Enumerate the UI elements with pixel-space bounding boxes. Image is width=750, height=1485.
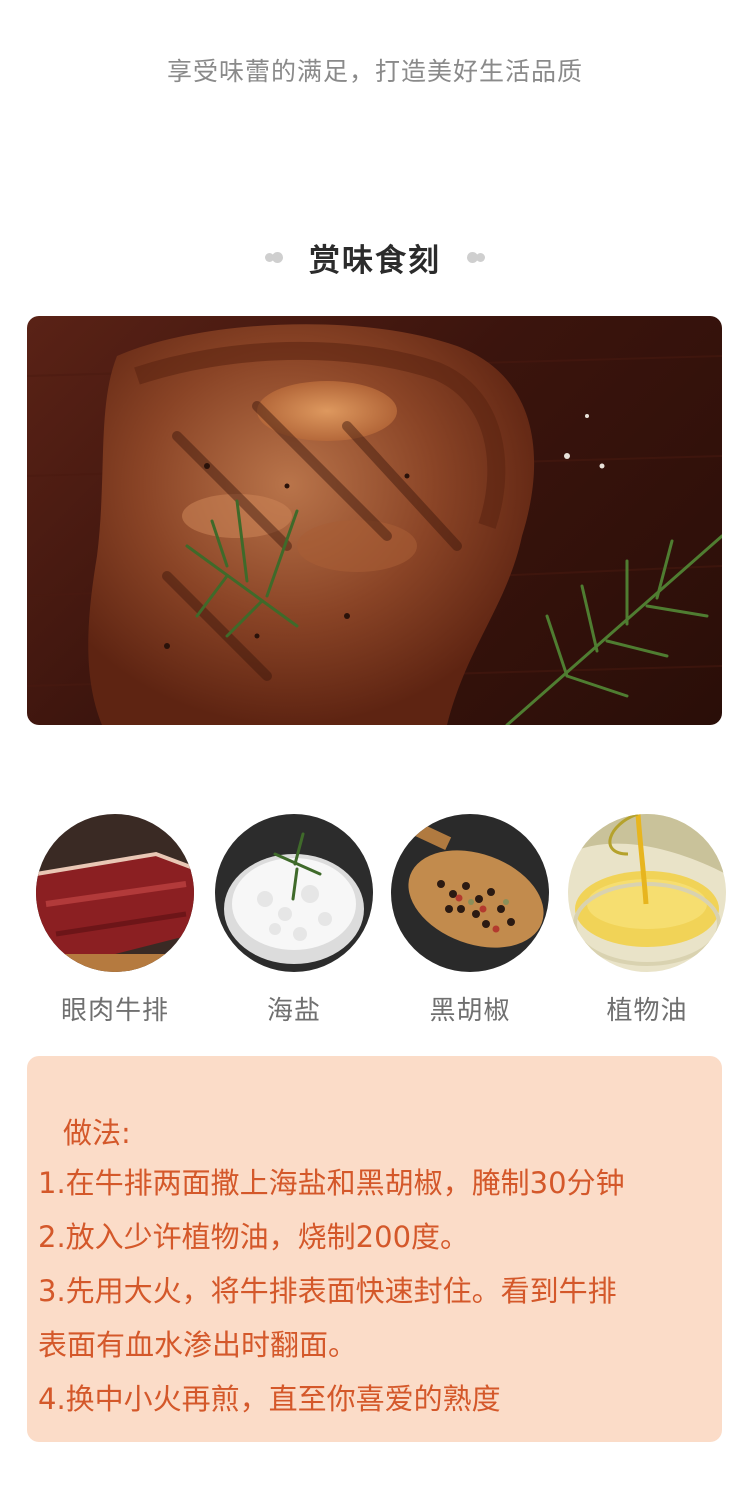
black-pepper-icon xyxy=(391,814,549,972)
recipe-steps: 1.在牛排两面撒上海盐和黑胡椒，腌制30分钟 2.放入少许植物油，烧制200度。… xyxy=(38,1156,728,1426)
ingredient-item: 黑胡椒 xyxy=(380,814,560,1027)
page-subtitle: 享受味蕾的满足，打造美好生活品质 xyxy=(166,57,583,86)
ingredient-item: 植物油 xyxy=(557,814,737,1027)
ingredient-label: 黑胡椒 xyxy=(429,996,511,1026)
recipe-step: 2.放入少许植物油，烧制200度。 xyxy=(38,1220,470,1254)
ingredient-item: 海盐 xyxy=(204,814,384,1027)
section-title: 赏味食刻 xyxy=(309,242,441,279)
steak-photo-icon xyxy=(27,324,722,725)
steak-hero-image xyxy=(27,316,722,725)
ingredient-label: 眼肉牛排 xyxy=(60,996,169,1026)
recipe-card: 做法: 1.在牛排两面撒上海盐和黑胡椒，腌制30分钟 2.放入少许植物油，烧制2… xyxy=(27,1056,722,1442)
ingredient-item: 眼肉牛排 xyxy=(25,814,205,1027)
recipe-step: 1.在牛排两面撒上海盐和黑胡椒，腌制30分钟 xyxy=(38,1166,625,1200)
ingredient-label: 海盐 xyxy=(266,996,321,1026)
recipe-title: 做法: xyxy=(63,1116,131,1150)
decorative-dots-icon xyxy=(265,251,283,263)
decorative-dots-icon xyxy=(467,251,485,263)
section-header: 赏味食刻 xyxy=(0,232,750,282)
ingredient-label: 植物油 xyxy=(606,996,688,1026)
vegetable-oil-icon xyxy=(568,814,726,972)
sea-salt-icon xyxy=(215,814,373,972)
ingredients-row: 眼肉牛排 海盐 黑胡椒 植物油 xyxy=(0,814,750,1027)
beef-icon xyxy=(36,814,194,972)
recipe-step: 表面有血水渗出时翻面。 xyxy=(38,1328,358,1362)
recipe-step: 3.先用大火，将牛排表面快速封住。看到牛排 xyxy=(38,1274,617,1308)
recipe-step: 4.换中小火再煎，直至你喜爱的熟度 xyxy=(38,1382,501,1416)
